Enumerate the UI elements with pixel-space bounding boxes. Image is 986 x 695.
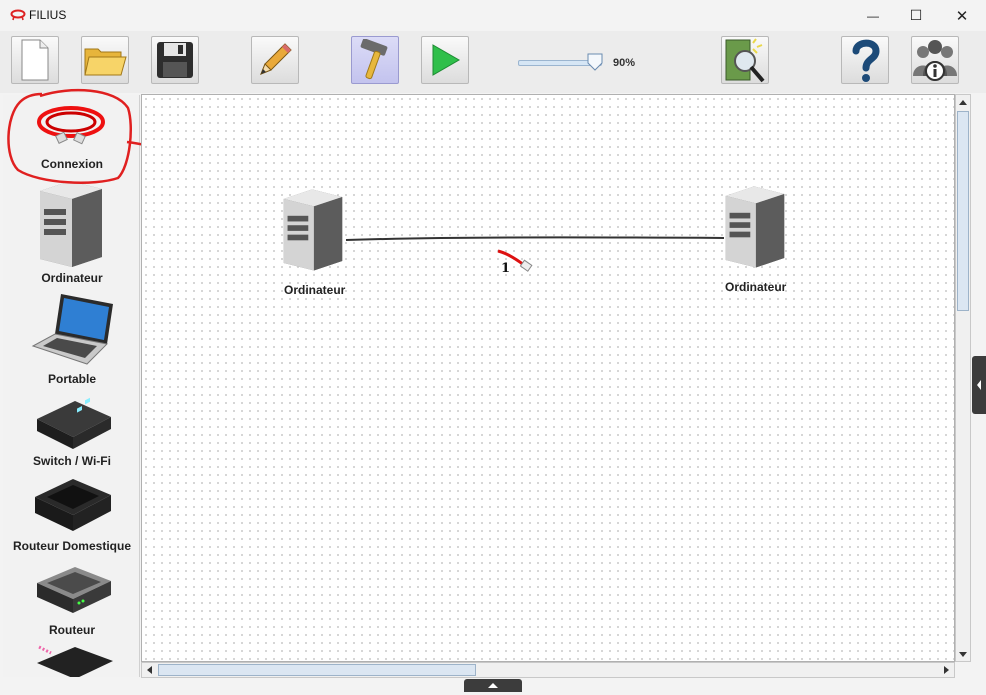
bottom-panel-toggle[interactable] [464, 679, 522, 692]
router-icon [37, 567, 111, 613]
zoom-level-label: 90% [613, 57, 636, 69]
home-router-icon [35, 479, 111, 531]
palette-label-ordinateur: Ordinateur [41, 271, 103, 285]
palette-item-portable[interactable]: Portable [3, 290, 139, 390]
chevron-up-icon [488, 683, 498, 688]
computer-tower-icon [283, 189, 343, 271]
close-icon: ✕ [955, 7, 969, 25]
open-file-button[interactable] [81, 36, 129, 84]
palette-item-ordinateur[interactable]: Ordinateur [3, 177, 139, 287]
laptop-icon [31, 294, 113, 365]
main-toolbar: 90% [0, 31, 986, 93]
computer-tower-icon [40, 181, 102, 267]
about-button[interactable] [911, 36, 959, 84]
cursor-label: 1 [501, 261, 511, 276]
hammer-icon [360, 39, 388, 80]
palette-item-routeur[interactable]: Routeur [3, 563, 139, 643]
scroll-left-arrow-icon[interactable] [143, 663, 157, 677]
side-panel-toggle[interactable] [972, 356, 986, 414]
component-palette: Connexion Ordinateur Portable Switch / W [3, 95, 140, 677]
vertical-scroll-thumb[interactable] [957, 111, 969, 311]
palette-label-switch: Switch / Wi-Fi [33, 454, 111, 468]
palette-item-routeur-domestique[interactable]: Routeur Domestique [3, 475, 139, 555]
people-info-icon [913, 40, 957, 81]
canvas-node-label: Ordinateur [725, 280, 787, 294]
palette-label-routeur: Routeur [49, 623, 95, 637]
maximize-button[interactable]: ☐ [893, 0, 939, 31]
play-icon [432, 44, 461, 76]
new-file-button[interactable] [11, 36, 59, 84]
minimize-button[interactable]: — [850, 0, 896, 31]
design-mode-button[interactable] [251, 36, 299, 84]
zoom-slider-thumb[interactable] [587, 53, 603, 71]
close-button[interactable]: ✕ [939, 0, 985, 31]
horizontal-scrollbar[interactable] [141, 662, 955, 678]
new-file-icon [21, 39, 49, 81]
partial-device-icon [37, 645, 113, 677]
palette-label-routeur-domestique: Routeur Domestique [12, 539, 131, 553]
palette-label-portable: Portable [47, 372, 96, 386]
scroll-up-arrow-icon[interactable] [956, 96, 970, 110]
palette-item-switch[interactable]: Switch / Wi-Fi [3, 395, 139, 470]
question-mark-icon [852, 39, 880, 82]
maximize-icon: ☐ [909, 7, 923, 23]
title-bar: FILIUS — ☐ ✕ [0, 0, 986, 31]
cable-connection [345, 236, 725, 241]
minimize-icon: — [867, 8, 879, 23]
computer-tower-icon [725, 186, 785, 268]
vertical-scrollbar[interactable] [955, 94, 971, 662]
open-folder-icon [84, 48, 127, 76]
magic-wand-icon [725, 38, 765, 83]
floppy-disk-icon [157, 42, 193, 78]
scroll-down-arrow-icon[interactable] [956, 647, 970, 661]
switch-icon [37, 397, 111, 449]
save-button[interactable] [151, 36, 199, 84]
canvas-node-ordinateur-2[interactable] [722, 180, 792, 290]
palette-item-connexion[interactable]: Connexion [3, 100, 139, 171]
scroll-right-arrow-icon[interactable] [939, 663, 953, 677]
horizontal-scroll-thumb[interactable] [158, 664, 476, 676]
palette-label-connexion: Connexion [41, 157, 103, 171]
simulation-mode-button[interactable] [421, 36, 469, 84]
network-canvas[interactable]: Ordinateur Ordinateur 1 [141, 94, 955, 662]
canvas-node-label: Ordinateur [284, 283, 346, 297]
help-button[interactable] [841, 36, 889, 84]
chevron-left-icon [977, 380, 981, 390]
hammer-mode-button[interactable] [351, 36, 399, 84]
canvas-node-ordinateur-1[interactable] [280, 183, 350, 293]
filius-logo-icon [10, 9, 26, 21]
network-cable-icon [37, 106, 105, 145]
wizard-button[interactable] [721, 36, 769, 84]
window-title: FILIUS [29, 8, 67, 22]
pencil-icon [260, 43, 292, 75]
